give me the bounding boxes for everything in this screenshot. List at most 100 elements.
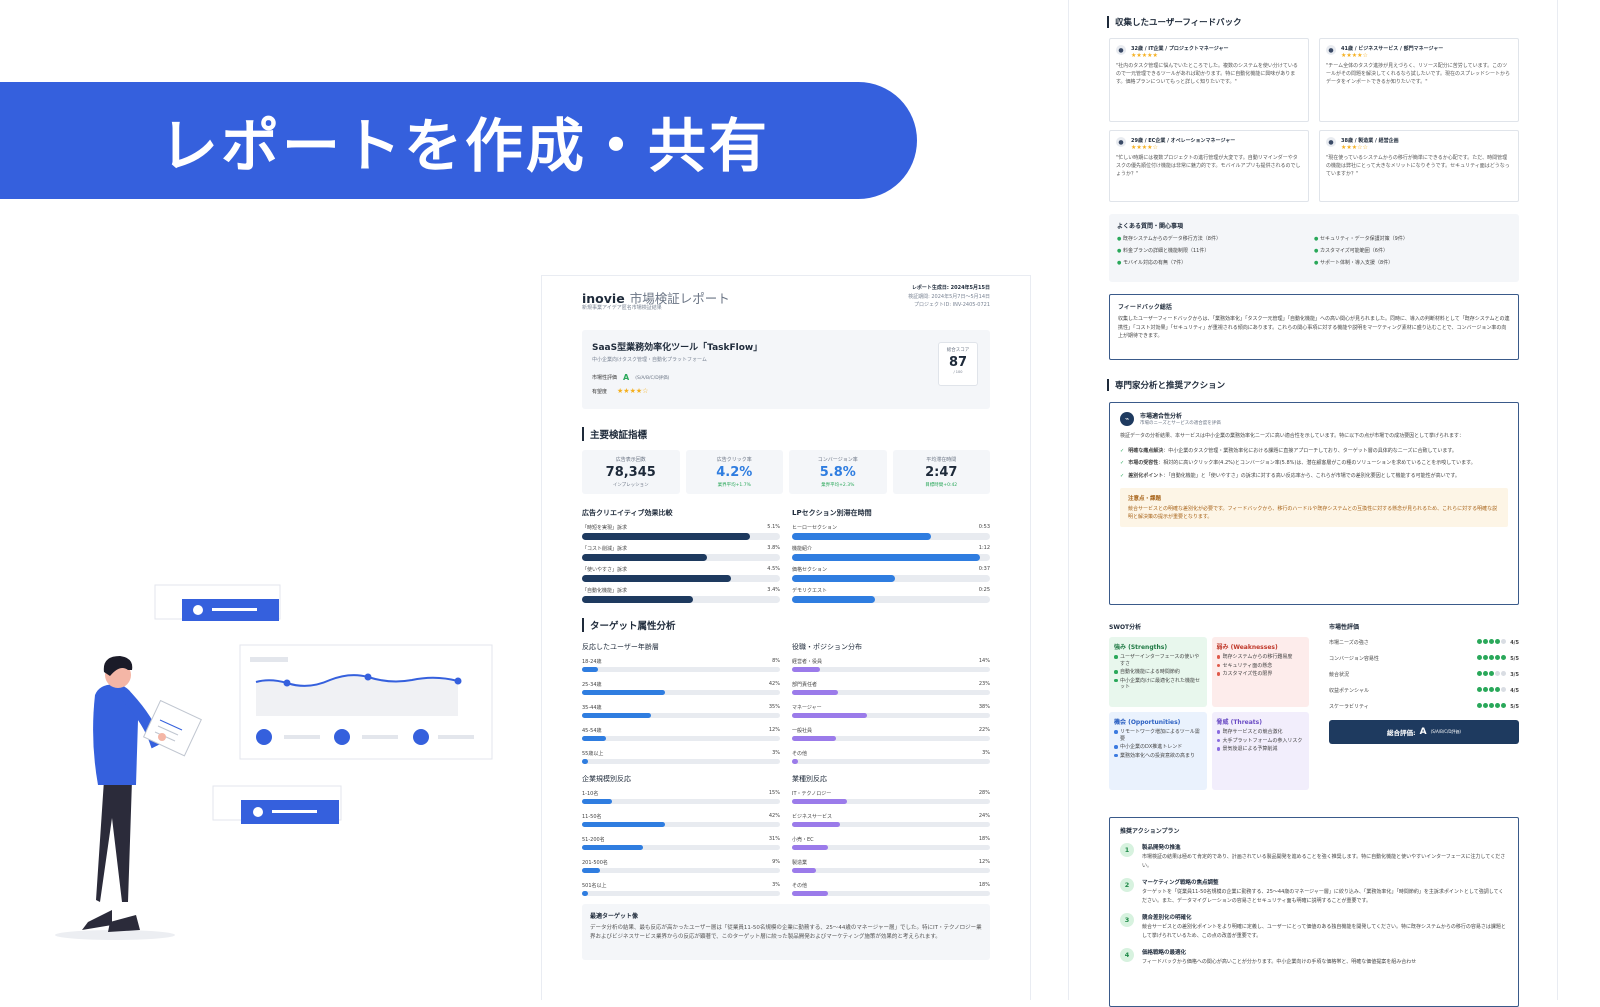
kpi-conversion: コンバージョン率 5.8% 業界平均+2.3% xyxy=(789,450,887,494)
bar-track xyxy=(792,554,990,561)
kpi-title: 主要検証指標 xyxy=(582,427,647,441)
bar-row: 部門責任者 23% xyxy=(792,681,990,695)
bar-track xyxy=(582,554,780,561)
rating-dot xyxy=(1477,639,1483,644)
bar-label: 「時短を実現」訴求 xyxy=(582,525,628,531)
rating-dot xyxy=(1483,671,1489,676)
role-chart: 役職・ポジション分布 経営者・役員 14% 部門責任者 23% マネージャー 38% 一般社… xyxy=(792,642,990,773)
bar-label: 18-24歳 xyxy=(582,659,602,665)
action-plan: 推奨アクションプラン 1 製品開発の推進 市場検証の結果は極めて肯定的であり、計画さ… xyxy=(1109,817,1519,1007)
bar-value: 3.4% xyxy=(767,587,780,593)
bar-value: 12% xyxy=(768,727,780,733)
bar-fill xyxy=(792,822,840,827)
bar-row: 51-200名 31% xyxy=(582,836,780,850)
bar-row: ヒーローセクション 0:53 xyxy=(792,524,990,540)
rating-dot xyxy=(1495,671,1501,676)
bar-track xyxy=(582,822,780,827)
bar-fill xyxy=(582,554,707,561)
bar-fill xyxy=(792,799,848,804)
company-chart: 企業規模別反応 1-10名 15% 11-50名 42% 51-200名 31% 201-5… xyxy=(582,774,780,905)
rating-dot xyxy=(1477,655,1483,660)
bar-value: 3.8% xyxy=(767,545,780,551)
bar-fill xyxy=(792,596,876,603)
bar-fill xyxy=(582,667,598,672)
bar-label: 「コスト削減」訴求 xyxy=(582,546,628,552)
feedback-card: ● 32歳 / IT企業 / プロジェクトマネージャー ★★★★★ "社内のタスク… xyxy=(1109,38,1309,122)
bar-label: 一般社員 xyxy=(792,728,813,734)
bar-label: 201-500名 xyxy=(582,860,608,866)
bar-value: 1:12 xyxy=(978,545,990,551)
bar-label: 11-50名 xyxy=(582,814,602,820)
rating-dot xyxy=(1489,671,1495,676)
bar-row: 一般社員 22% xyxy=(792,727,990,741)
kpi-ctr: 広告クリック率 4.2% 業界平均+1.7% xyxy=(685,450,783,494)
bar-label: 小売・EC xyxy=(792,837,814,843)
score-max: / 100 xyxy=(953,370,963,374)
bar-track xyxy=(792,575,990,582)
bar-value: 3% xyxy=(772,882,780,888)
bar-label: デモリクエスト xyxy=(792,588,828,594)
bar-value: 23% xyxy=(978,681,990,687)
bar-row: 201-500名 9% xyxy=(582,859,780,873)
age-title: 反応したユーザー年齢層 xyxy=(582,643,659,651)
best-target-title: 最適ターゲット像 xyxy=(590,913,639,920)
bar-track xyxy=(582,736,780,741)
swot-strengths: 強み (Strengths) ユーザーインターフェースの使いやすさ 自動化機能によ… xyxy=(1109,637,1207,707)
fit-point: ✓ 明確な痛点解決：中小企業のタスク管理・業務効率化における課題に直接アプローチし… xyxy=(1120,447,1457,454)
bar-value: 9% xyxy=(772,859,780,865)
bar-track xyxy=(792,799,990,804)
bar-fill xyxy=(792,759,798,764)
best-target-body: データ分析の結果、最も反応が高かったユーザー層は「従業員11-50名規模の企業に… xyxy=(590,925,982,940)
swot-section: SWOT分析 強み (Strengths) ユーザーインターフェースの使いやすさ… xyxy=(1109,622,1309,790)
feedback-card: ● 38歳 / 製造業 / 経営企画 ★★★☆☆ "現在使っているシステムからの移… xyxy=(1319,130,1519,202)
action-step: 1 製品開発の推進 市場検証の結果は極めて肯定的であり、計画されている製品開発を進め… xyxy=(1120,843,1508,870)
bar-fill xyxy=(792,713,868,718)
bar-value: 12% xyxy=(978,859,990,865)
fit-analysis-box: ⌁ 市場適合性分析 市場のニーズとサービスの適合度を評価 検証データの分析結果、本… xyxy=(1109,402,1519,605)
check-icon: ✓ xyxy=(1120,472,1125,479)
eval-row: コンバージョン容易性 5/5 xyxy=(1329,655,1519,662)
rating-dot xyxy=(1495,687,1501,692)
bar-label: その他 xyxy=(792,883,808,889)
bar-label: 1-10名 xyxy=(582,791,599,797)
rating-note: (S/A/B/C/D評価) xyxy=(635,375,670,381)
lp-time-chart: LPセクション別滞在時間 ヒーローセクション 0:53 機能紹介 1:12 価格セクショ… xyxy=(792,508,990,608)
bar-row: IT・テクノロジー 28% xyxy=(792,790,990,804)
bar-value: 4.5% xyxy=(767,566,780,572)
rating-dot xyxy=(1501,639,1507,644)
user-icon: ● xyxy=(1116,45,1126,55)
rating-dot xyxy=(1483,655,1489,660)
bar-fill xyxy=(582,759,588,764)
bar-label: 「使いやすさ」訴求 xyxy=(582,567,628,573)
overall-rating-button: 総合評価: A (S/A/B/C/D評価) xyxy=(1329,720,1519,744)
illustration xyxy=(40,580,510,960)
bar-row: 「時短を実現」訴求 5.1% xyxy=(582,524,780,540)
bar-label: 製造業 xyxy=(792,860,808,866)
bar-track xyxy=(582,868,780,873)
bar-value: 24% xyxy=(978,813,990,819)
bar-row: 価格セクション 0:37 xyxy=(792,566,990,582)
fit-point: ✓ 市場の受容性：相対的に高いクリック率(4.2%)とコンバージョン率(5.8%)… xyxy=(1120,460,1476,466)
eval-row: 競合状況 3/5 xyxy=(1329,671,1519,678)
rating-dot xyxy=(1477,703,1483,708)
bar-row: 501名以上 3% xyxy=(582,882,780,896)
bar-fill xyxy=(792,736,836,741)
warning-box: 注意点・課題 競合サービスとの明確な差別化が必要です。フィードバックから、移行の… xyxy=(1120,488,1508,527)
bar-track xyxy=(792,596,990,603)
bar-row: 経営者・役員 14% xyxy=(792,658,990,672)
rating-dot xyxy=(1483,639,1489,644)
prospect-label: 有望度 xyxy=(592,388,608,395)
bar-row: 「使いやすさ」訴求 4.5% xyxy=(582,566,780,582)
banner-title: レポートを作成・共有 xyxy=(160,111,771,180)
swot-threats: 脅威 (Threats) 既存サービスとの競合激化 大手プラットフォームの参入リス… xyxy=(1211,712,1309,790)
bar-fill xyxy=(582,533,751,540)
rating-dot xyxy=(1495,703,1501,708)
user-icon: ● xyxy=(1326,45,1336,55)
right-report-page: 収集したユーザーフィードバック ● 32歳 / IT企業 / プロジェクトマネー… xyxy=(1068,0,1558,1007)
expert-title: 専門家分析と推奨アクション xyxy=(1107,379,1225,391)
summary-box: フィードバック総括 収集したユーザーフィードバックからは、「業務効率化」「タスク… xyxy=(1109,294,1519,360)
bar-track xyxy=(792,845,990,850)
rating-label: 市場性評価 xyxy=(592,375,618,381)
project-id: プロジェクトID: INV-2405-0721 xyxy=(914,302,990,308)
rating-dot xyxy=(1501,671,1507,676)
